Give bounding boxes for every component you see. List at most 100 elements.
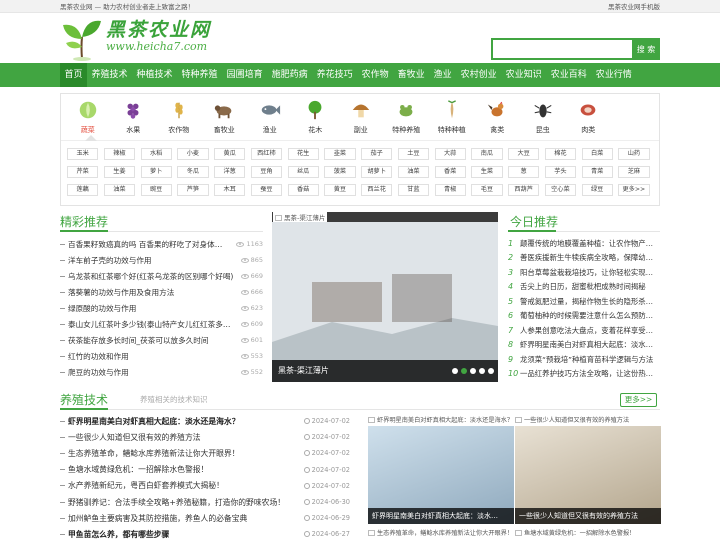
crop-tag[interactable]: 西红柿	[250, 148, 282, 160]
category-item[interactable]: 肉类	[566, 94, 612, 140]
list-item[interactable]: 乌龙茶和红茶哪个好(红茶乌龙茶的区别哪个好喝) 669	[60, 268, 263, 284]
site-logo[interactable]: 黑茶农业网 www.heicha7.com	[60, 17, 211, 61]
crop-tag[interactable]: 辣椒	[103, 148, 135, 160]
more-button[interactable]: 更多>>	[620, 393, 657, 407]
crop-tag[interactable]: 芹菜	[67, 166, 99, 178]
crop-tag[interactable]: 芦笋	[177, 184, 209, 196]
slider-dot[interactable]	[470, 368, 476, 374]
slider-dot[interactable]	[479, 368, 485, 374]
nav-item[interactable]: 农作物	[357, 63, 393, 87]
nav-item[interactable]: 首页	[60, 63, 88, 87]
crop-tag[interactable]: 白菜	[581, 148, 613, 160]
article-link[interactable]: 加州鲈鱼主要病害及其防控措施，养鱼人的必备宝典	[68, 513, 247, 524]
article-link[interactable]: 百香果籽致癌真的吗 百香果的籽吃了对身体…	[68, 239, 222, 250]
article-link[interactable]: 一品红养护技巧方法全攻略，让这份热…	[520, 368, 653, 379]
crop-tag[interactable]: 黄豆	[324, 184, 356, 196]
article-link[interactable]: 泰山女儿红茶叶多少钱(泰山特产女儿红红茶多…	[68, 319, 230, 330]
article-link[interactable]: 葡萄柚种的时候需要注意什么怎么预防…	[520, 310, 653, 321]
slider-dot[interactable]	[488, 368, 494, 374]
article-link[interactable]: 善医疾援新生牛犊疾病全攻略，保障幼…	[520, 252, 653, 263]
crop-tag[interactable]: 西兰花	[361, 184, 393, 196]
list-item[interactable]: 5 警戒氮肥过量，揭秘作物生长的隐形杀…	[508, 294, 660, 309]
list-item[interactable]: 茯茶能存放多长时间_茯茶可以放多久时间 601	[60, 332, 263, 348]
article-link[interactable]: 红竹的功效和作用	[68, 351, 129, 362]
list-item[interactable]: 2 善医疾援新生牛犊疾病全攻略，保障幼…	[508, 251, 660, 266]
thumb-card[interactable]: 虾界明星南美白对虾真相大起底：淡水还是海水？ 虾界明星南美白对虾真相大起底：淡水…	[368, 416, 514, 524]
crop-tag[interactable]: 韭菜	[324, 148, 356, 160]
crop-tag[interactable]: 水稻	[140, 148, 172, 160]
crop-tag[interactable]: 大蒜	[434, 148, 466, 160]
nav-item[interactable]: 渔业	[429, 63, 456, 87]
list-item[interactable]: 8 虾界明星南美白对虾真相大起底：淡水…	[508, 338, 660, 353]
crop-tag[interactable]: 西葫芦	[508, 184, 540, 196]
slider-dot-active[interactable]	[461, 368, 467, 374]
crop-tag[interactable]: 木耳	[214, 184, 246, 196]
crop-tag[interactable]: 更多>>	[618, 184, 650, 196]
crop-tag[interactable]: 山药	[618, 148, 650, 160]
nav-item[interactable]: 农业百科	[546, 63, 591, 87]
article-link[interactable]: 绿原酸的功效与作用	[68, 303, 136, 314]
list-item[interactable]: 一些很少人知道但又很有效的养殖方法 2024-07-02	[60, 429, 352, 445]
crop-tag[interactable]: 蚕豆	[250, 184, 282, 196]
list-item[interactable]: 4 舌尖上的日历，甜蜜枇杷成熟时间揭秘	[508, 280, 660, 295]
nav-item[interactable]: 园圃培育	[222, 63, 267, 87]
crop-tag[interactable]: 甘蓝	[397, 184, 429, 196]
list-item[interactable]: 红竹的功效和作用 553	[60, 348, 263, 364]
crop-tag[interactable]: 芝麻	[618, 166, 650, 178]
image-slider[interactable]: 黑茶-渠江薄片 黑茶-渠江薄片	[272, 212, 498, 382]
article-link[interactable]: 虾界明星南美白对虾真相大起底：淡水…	[520, 339, 653, 350]
list-item[interactable]: 9 龙须菜“预栽培”种植育苗科学逻辑与方法	[508, 352, 660, 367]
crop-tag[interactable]: 玉米	[67, 148, 99, 160]
list-item[interactable]: 鱼塘水域黄绿危机：一招解除水色警报！ 2024-07-02	[60, 462, 352, 478]
crop-tag[interactable]: 萝卜	[140, 166, 172, 178]
list-item[interactable]: 10 一品红养护技巧方法全攻略，让这份热…	[508, 367, 660, 382]
nav-item[interactable]: 农业行情	[591, 63, 636, 87]
crop-tag[interactable]: 茄子	[361, 148, 393, 160]
article-link[interactable]: 甲鱼苗怎么养，都有哪些步骤	[68, 529, 169, 540]
category-item[interactable]: 副业	[338, 94, 384, 140]
crop-tag[interactable]: 棉花	[544, 148, 576, 160]
crop-tag[interactable]: 黄瓜	[214, 148, 246, 160]
nav-item[interactable]: 农村创业	[456, 63, 501, 87]
nav-item[interactable]: 畜牧业	[393, 63, 429, 87]
article-link[interactable]: 落葵薯的功效与作用及食用方法	[68, 287, 174, 298]
mobile-site-link[interactable]: 黑茶农业网手机版	[608, 1, 660, 11]
list-item[interactable]: 野猪驯养记：合法手续全攻略+养殖秘籍，打造你的野味农场！ 2024-06-30	[60, 494, 352, 510]
thumb-caption[interactable]: 虾界明星南美白对虾真相大起底：淡水…	[368, 508, 514, 524]
article-link[interactable]: 阳台草莓盆栽栽培技巧，让你轻松实现…	[520, 267, 653, 278]
list-item[interactable]: 爬豆的功效与作用 552	[60, 364, 263, 380]
crop-tag[interactable]: 青椒	[434, 184, 466, 196]
category-item[interactable]: 花木	[293, 94, 339, 140]
nav-item[interactable]: 养花技巧	[312, 63, 357, 87]
crop-tag[interactable]: 菠菜	[324, 166, 356, 178]
category-item[interactable]: 蔬菜	[65, 94, 111, 140]
crop-tag[interactable]: 豆角	[250, 166, 282, 178]
article-link[interactable]: 洋车前子壳的功效与作用	[68, 255, 152, 266]
list-item[interactable]: 1 颠覆传统的地膜覆盖种植：让农作物产…	[508, 236, 660, 251]
category-item[interactable]: 特种养殖	[384, 94, 430, 140]
list-item[interactable]: 生态养殖革命，鳝鲶水库养殖新法让你大开眼界！ 2024-07-02	[60, 445, 352, 461]
crop-tag[interactable]: 冬瓜	[177, 166, 209, 178]
crop-tag[interactable]: 油菜	[103, 184, 135, 196]
article-link[interactable]: 爬豆的功效与作用	[68, 367, 129, 378]
article-link[interactable]: 虾界明星南美白对虾真相大起底：淡水还是海水？	[68, 416, 240, 427]
list-item[interactable]: 百香果籽致癌真的吗 百香果的籽吃了对身体… 1163	[60, 236, 263, 252]
crop-tag[interactable]: 莲藕	[67, 184, 99, 196]
crop-tag[interactable]: 香菇	[287, 184, 319, 196]
crop-tag[interactable]: 花生	[287, 148, 319, 160]
list-item[interactable]: 虾界明星南美白对虾真相大起底：淡水还是海水？ 2024-07-02	[60, 413, 352, 429]
nav-item[interactable]: 种植技术	[132, 63, 177, 87]
nav-item[interactable]: 施肥药病	[267, 63, 312, 87]
crop-tag[interactable]: 丝瓜	[287, 166, 319, 178]
list-item[interactable]: 加州鲈鱼主要病害及其防控措施，养鱼人的必备宝典 2024-06-29	[60, 510, 352, 526]
slider-dot[interactable]	[452, 368, 458, 374]
crop-tag[interactable]: 芋头	[544, 166, 576, 178]
crop-tag[interactable]: 胡萝卜	[361, 166, 393, 178]
category-item[interactable]: 畜牧业	[202, 94, 248, 140]
crop-tag[interactable]: 土豆	[397, 148, 429, 160]
slider-image[interactable]	[272, 222, 498, 382]
category-item[interactable]: 农作物	[156, 94, 202, 140]
article-link[interactable]: 生态养殖革命，鳝鲶水库养殖新法让你大开眼界！	[68, 448, 240, 459]
thumb-caption[interactable]: 一些很少人知道但又很有效的养殖方法	[515, 508, 661, 524]
list-item[interactable]: 落葵薯的功效与作用及食用方法 666	[60, 284, 263, 300]
